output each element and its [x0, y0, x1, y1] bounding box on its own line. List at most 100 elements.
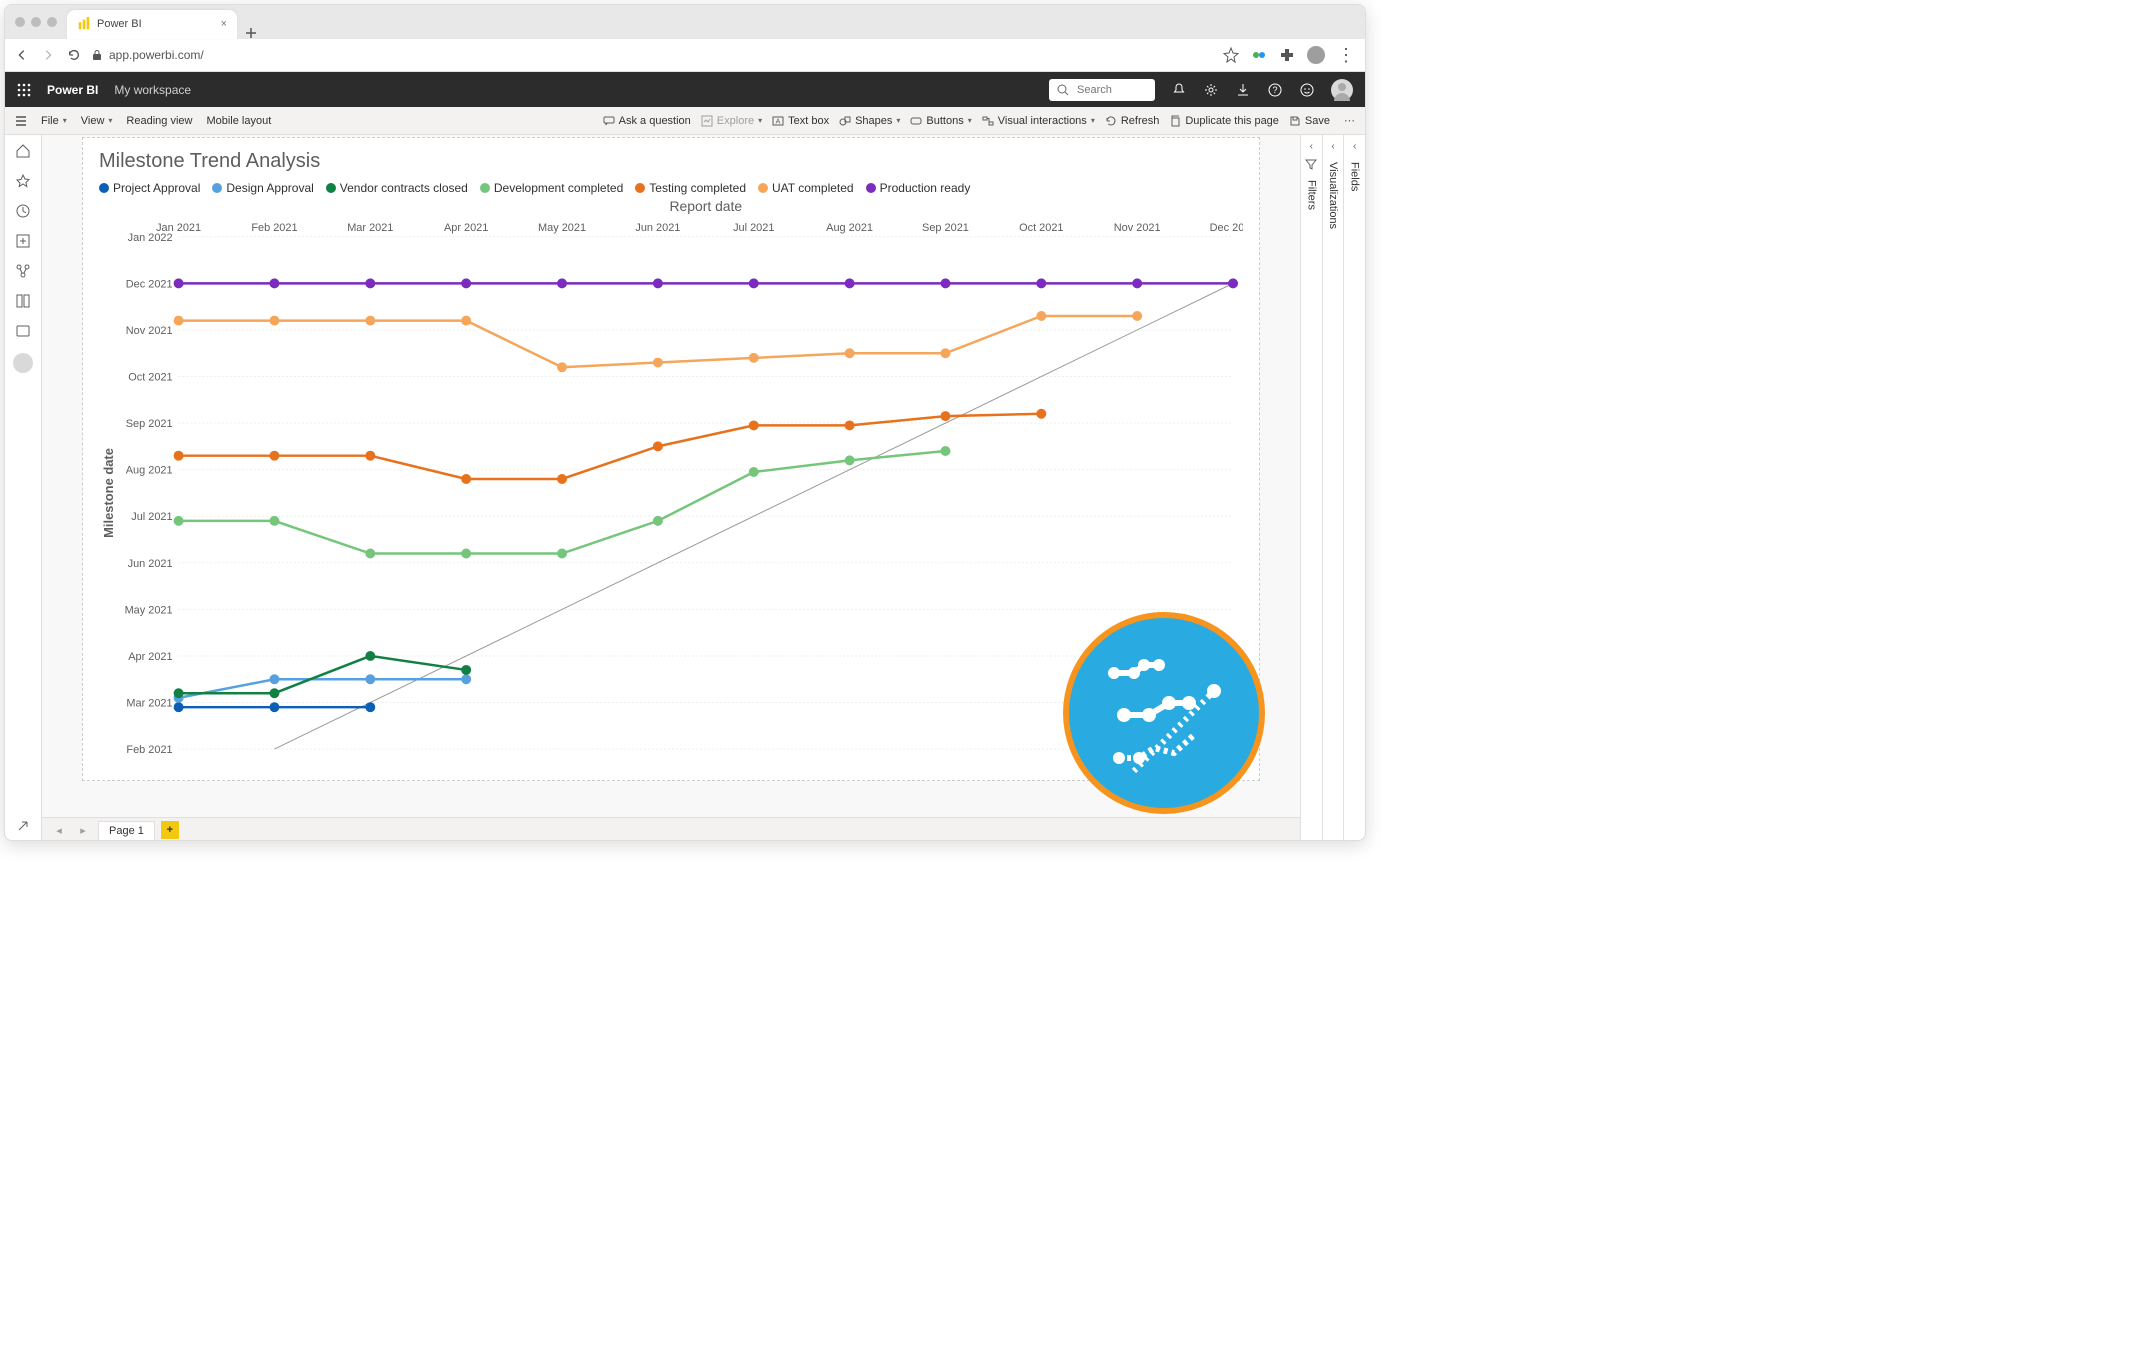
- legend-dot: [326, 183, 336, 193]
- forward-icon[interactable]: [41, 48, 55, 62]
- address-bar: app.powerbi.com/ ⋮: [5, 39, 1365, 72]
- download-icon[interactable]: [1235, 82, 1251, 98]
- chevron-left-icon: ‹: [1353, 141, 1356, 152]
- svg-text:Oct 2021: Oct 2021: [1019, 222, 1063, 234]
- visual-interactions-button[interactable]: Visual interactions▾: [982, 115, 1095, 127]
- svg-text:Jan 2021: Jan 2021: [156, 222, 201, 234]
- svg-text:Dec 2021: Dec 2021: [126, 278, 173, 290]
- refresh-icon: [1105, 115, 1117, 127]
- close-dot[interactable]: [15, 17, 25, 27]
- svg-text:Apr 2021: Apr 2021: [444, 222, 488, 234]
- legend-item[interactable]: UAT completed: [758, 181, 854, 195]
- save-button[interactable]: Save: [1289, 115, 1330, 127]
- mobile-layout-button[interactable]: Mobile layout: [206, 115, 271, 127]
- visualizations-pane[interactable]: ‹ Visualizations: [1322, 135, 1344, 841]
- svg-text:Report date: Report date: [669, 198, 742, 214]
- page-tab[interactable]: Page 1: [98, 821, 155, 840]
- hamburger-icon[interactable]: [15, 115, 27, 127]
- buttons-icon: [910, 115, 922, 127]
- text-box-icon: A: [772, 115, 784, 127]
- browser-tab[interactable]: Power BI ×: [67, 10, 237, 39]
- nav-datasets[interactable]: [15, 263, 31, 279]
- filters-pane[interactable]: ‹ Filters: [1301, 135, 1322, 841]
- app-brand[interactable]: Power BI: [47, 83, 98, 97]
- legend-label: Testing completed: [649, 181, 746, 195]
- nav-favorites[interactable]: [15, 173, 31, 189]
- app-launcher-icon[interactable]: [17, 83, 31, 97]
- svg-text:Nov 2021: Nov 2021: [126, 325, 173, 337]
- fields-pane[interactable]: ‹ Fields: [1343, 135, 1365, 841]
- editor-toolbar: File▾ View▾ Reading view Mobile layout A…: [5, 107, 1365, 135]
- svg-text:Jul 2021: Jul 2021: [131, 511, 172, 523]
- user-avatar[interactable]: [1331, 79, 1353, 101]
- reload-icon[interactable]: [67, 48, 81, 62]
- more-options-icon[interactable]: ⋯: [1344, 114, 1355, 127]
- extension-icon-1[interactable]: [1251, 47, 1267, 63]
- svg-text:Nov 2021: Nov 2021: [1114, 222, 1161, 234]
- legend-dot: [758, 183, 768, 193]
- legend-item[interactable]: Testing completed: [635, 181, 746, 195]
- feedback-icon[interactable]: [1299, 82, 1315, 98]
- svg-text:Sep 2021: Sep 2021: [126, 418, 173, 430]
- legend-dot: [212, 183, 222, 193]
- url-field[interactable]: app.powerbi.com/: [91, 48, 1213, 62]
- report-canvas[interactable]: Milestone Trend Analysis Project Approva…: [82, 137, 1260, 781]
- nav-workspace-avatar[interactable]: [13, 353, 33, 373]
- view-menu[interactable]: View▾: [81, 115, 113, 127]
- legend-dot: [99, 183, 109, 193]
- back-icon[interactable]: [15, 48, 29, 62]
- buttons-button[interactable]: Buttons▾: [910, 115, 971, 127]
- duplicate-page-button[interactable]: Duplicate this page: [1169, 115, 1279, 127]
- svg-text:Milestone date: Milestone date: [101, 448, 116, 538]
- add-page-button[interactable]: +: [161, 821, 179, 839]
- ask-question-button[interactable]: Ask a question: [603, 115, 691, 127]
- legend-label: Development completed: [494, 181, 623, 195]
- nav-expand-icon[interactable]: [15, 818, 31, 834]
- shapes-button[interactable]: Shapes▾: [839, 115, 900, 127]
- legend-item[interactable]: Design Approval: [212, 181, 313, 195]
- nav-deployment[interactable]: [15, 323, 31, 339]
- notifications-icon[interactable]: [1171, 82, 1187, 98]
- settings-icon[interactable]: [1203, 82, 1219, 98]
- browser-chrome: Power BI ×: [5, 5, 1365, 39]
- legend-label: Vendor contracts closed: [340, 181, 468, 195]
- search-input[interactable]: [1075, 83, 1139, 97]
- svg-text:Jul 2021: Jul 2021: [733, 222, 774, 234]
- legend-label: UAT completed: [772, 181, 854, 195]
- svg-text:Jun 2021: Jun 2021: [128, 558, 173, 570]
- nav-create[interactable]: [15, 233, 31, 249]
- extension-icon-2[interactable]: [1279, 47, 1295, 63]
- explore-button[interactable]: Explore▾: [701, 115, 762, 127]
- help-icon[interactable]: ?: [1267, 82, 1283, 98]
- workspace-name[interactable]: My workspace: [114, 83, 191, 97]
- star-icon[interactable]: [1223, 47, 1239, 63]
- browser-menu-icon[interactable]: ⋮: [1337, 46, 1355, 64]
- nav-apps[interactable]: [15, 293, 31, 309]
- max-dot[interactable]: [47, 17, 57, 27]
- svg-text:Mar 2021: Mar 2021: [126, 698, 172, 710]
- refresh-button[interactable]: Refresh: [1105, 115, 1160, 127]
- min-dot[interactable]: [31, 17, 41, 27]
- lock-icon: [91, 49, 103, 61]
- legend-dot: [866, 183, 876, 193]
- text-box-button[interactable]: AText box: [772, 115, 829, 127]
- legend-item[interactable]: Project Approval: [99, 181, 200, 195]
- profile-avatar-icon[interactable]: [1307, 46, 1325, 64]
- legend-item[interactable]: Vendor contracts closed: [326, 181, 468, 195]
- save-icon: [1289, 115, 1301, 127]
- nav-home[interactable]: [15, 143, 31, 159]
- legend-item[interactable]: Development completed: [480, 181, 623, 195]
- reading-view-button[interactable]: Reading view: [126, 115, 192, 127]
- page-next[interactable]: ▸: [74, 822, 92, 838]
- svg-text:Mar 2021: Mar 2021: [347, 222, 393, 234]
- legend-label: Design Approval: [226, 181, 313, 195]
- nav-recent[interactable]: [15, 203, 31, 219]
- legend-dot: [635, 183, 645, 193]
- tab-close-icon[interactable]: ×: [221, 18, 227, 30]
- new-tab-button[interactable]: [237, 27, 265, 39]
- file-menu[interactable]: File▾: [41, 115, 67, 127]
- search-box[interactable]: [1049, 79, 1155, 101]
- svg-text:Apr 2021: Apr 2021: [128, 651, 172, 663]
- legend-item[interactable]: Production ready: [866, 181, 971, 195]
- page-prev[interactable]: ◂: [50, 822, 68, 838]
